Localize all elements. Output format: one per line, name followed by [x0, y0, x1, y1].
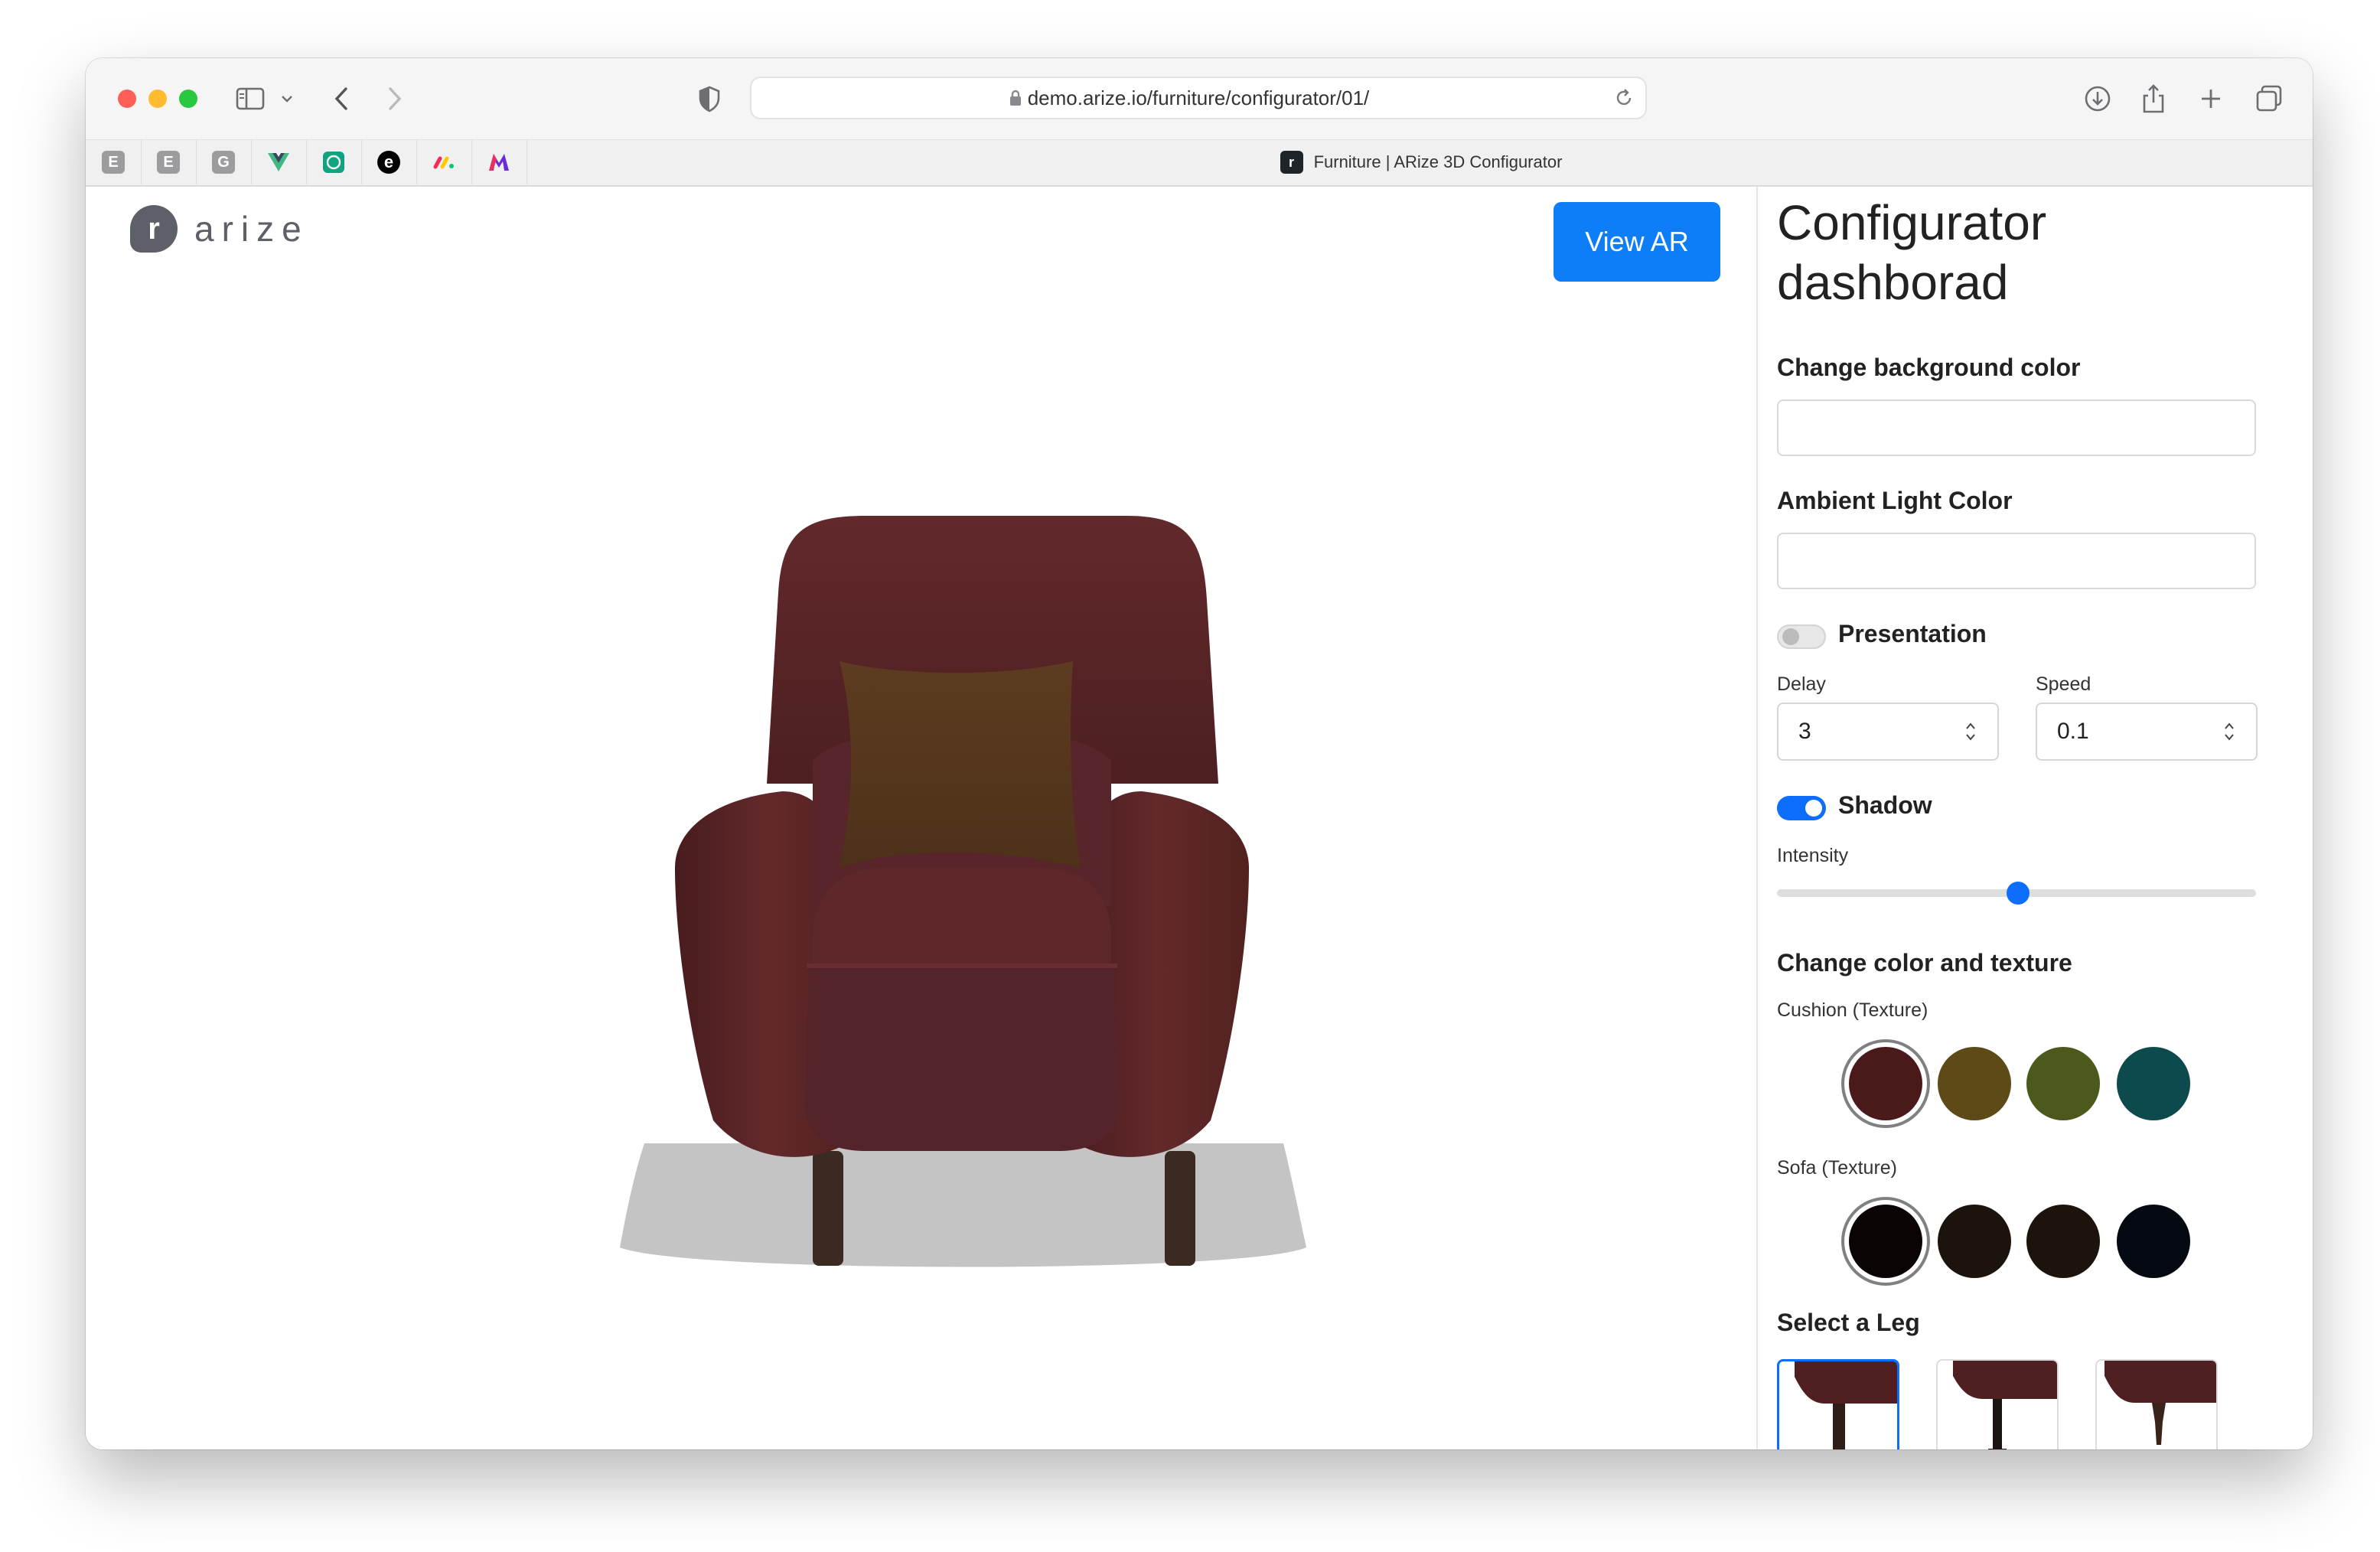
stepper-arrows-icon	[2225, 722, 2234, 741]
leg-thumbnail-1	[1795, 1361, 1897, 1449]
select-leg-heading: Select a Leg	[1777, 1309, 1920, 1336]
chair-leg-left	[813, 1151, 843, 1266]
background-color-heading: Change background color	[1777, 354, 2081, 381]
chair-leg-right	[1165, 1151, 1195, 1266]
pinned-tab-e[interactable]: E	[86, 140, 142, 184]
chatgpt-favicon-icon	[323, 152, 344, 173]
panel-divider	[1756, 187, 1758, 1449]
pinned-tab-m[interactable]	[471, 140, 527, 184]
url-text: demo.arize.io/furniture/configurator/01/	[1027, 86, 1370, 109]
ambient-light-heading: Ambient Light Color	[1777, 487, 2013, 514]
speed-input[interactable]: 0.1	[2036, 703, 2258, 761]
zoom-window-button[interactable]	[179, 90, 197, 108]
shadow-label: Shadow	[1838, 791, 1932, 819]
color-texture-heading: Change color and texture	[1777, 949, 2072, 977]
active-tab[interactable]: r Furniture | ARize 3D Configurator	[530, 140, 2313, 184]
sofa-texture-label: Sofa (Texture)	[1777, 1157, 1898, 1179]
tab-overview-icon[interactable]	[2254, 81, 2284, 116]
sofa-swatch-4[interactable]	[2117, 1205, 2190, 1278]
arize-logo[interactable]: r arize	[130, 205, 309, 253]
intensity-slider-thumb[interactable]	[2007, 882, 2030, 905]
pinned-tab-g[interactable]: G	[196, 140, 252, 184]
cushion-swatch-3[interactable]	[2026, 1047, 2100, 1120]
reload-icon[interactable]	[1613, 87, 1635, 112]
floor-shadow	[620, 1143, 1306, 1267]
pinned-tab-e-2[interactable]: E	[141, 140, 197, 184]
leg-option-2[interactable]	[1936, 1359, 2059, 1449]
cushion-swatch-2[interactable]	[1938, 1047, 2011, 1120]
leg-thumbnail-3	[2105, 1361, 2216, 1445]
leg-option-3[interactable]	[2095, 1359, 2218, 1449]
vue-favicon-icon	[268, 153, 289, 171]
arize-favicon-icon: r	[1280, 151, 1303, 174]
privacy-shield-icon[interactable]	[698, 81, 721, 116]
chair-seat	[813, 868, 1111, 967]
view-ar-button[interactable]: View AR	[1554, 202, 1720, 282]
new-tab-plus-icon[interactable]	[2199, 81, 2222, 116]
forward-arrow-icon[interactable]	[386, 81, 404, 116]
pinned-tab-e-black[interactable]: e	[361, 140, 417, 184]
share-icon[interactable]	[2141, 81, 2166, 116]
configurator-panel: Configurator dashborad Change background…	[1777, 187, 2313, 1449]
armchair-3d-viewer[interactable]	[560, 508, 1364, 1350]
background-color-input[interactable]	[1777, 399, 2256, 456]
chevron-down-icon[interactable]	[280, 81, 294, 116]
delay-label: Delay	[1777, 673, 1826, 695]
close-window-button[interactable]	[118, 90, 136, 108]
sofa-swatch-1[interactable]	[1849, 1205, 1922, 1278]
presentation-toggle[interactable]	[1777, 624, 1826, 649]
back-arrow-icon[interactable]	[332, 81, 350, 116]
cushion-texture-label: Cushion (Texture)	[1777, 999, 1928, 1021]
page-title: Configurator dashborad	[1777, 195, 2047, 310]
sofa-swatch-3[interactable]	[2026, 1205, 2100, 1278]
address-bar[interactable]: demo.arize.io/furniture/configurator/01/	[750, 77, 1647, 119]
delay-input[interactable]: 3	[1777, 703, 1999, 761]
tab-title: Furniture | ARize 3D Configurator	[1313, 152, 1563, 171]
pinned-tab-vue[interactable]	[251, 140, 307, 184]
presentation-label: Presentation	[1838, 620, 1987, 647]
shadow-toggle[interactable]	[1777, 796, 1826, 820]
speed-label: Speed	[2036, 673, 2091, 695]
browser-window: demo.arize.io/furniture/configurator/01/…	[86, 58, 2313, 1449]
chair-pillow	[840, 661, 1081, 868]
page-content: r arize View AR Configurator dashborad C…	[86, 187, 2313, 1449]
stepper-arrows-icon	[1966, 722, 1975, 741]
leg-option-1[interactable]	[1777, 1359, 1899, 1449]
downloads-icon[interactable]	[2083, 81, 2112, 116]
sidebar-toggle-icon[interactable]	[236, 81, 266, 116]
m-favicon-icon	[489, 154, 509, 171]
cushion-swatch-1[interactable]	[1849, 1047, 1922, 1120]
pinned-tab-chatgpt[interactable]	[306, 140, 362, 184]
logo-mark: r	[130, 205, 178, 253]
monday-favicon-icon	[433, 156, 454, 169]
logo-text: arize	[194, 209, 309, 249]
ambient-light-color-input[interactable]	[1777, 533, 2256, 589]
minimize-window-button[interactable]	[148, 90, 167, 108]
intensity-label: Intensity	[1777, 845, 1849, 866]
leg-thumbnail-2	[1953, 1361, 2057, 1449]
cushion-swatch-4[interactable]	[2117, 1047, 2190, 1120]
tab-bar: E E G e r Furniture | ARize 3D Configura…	[86, 139, 2313, 187]
sofa-swatch-2[interactable]	[1938, 1205, 2011, 1278]
browser-toolbar: demo.arize.io/furniture/configurator/01/	[86, 58, 2313, 139]
pinned-tab-monday[interactable]	[416, 140, 472, 184]
